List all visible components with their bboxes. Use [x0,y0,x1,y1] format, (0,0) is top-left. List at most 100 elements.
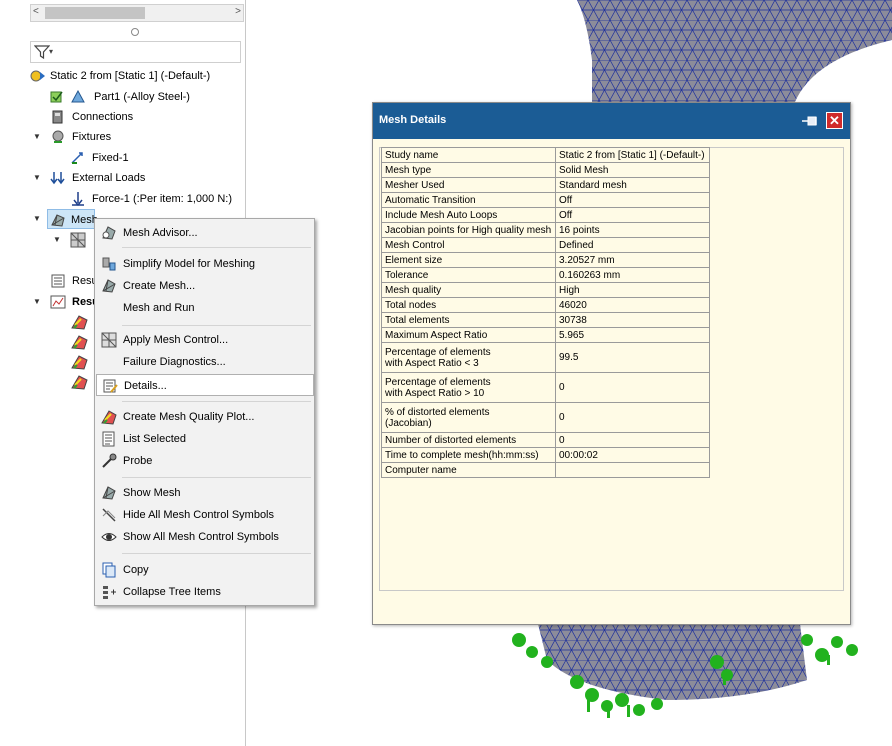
details-value: 0 [555,372,710,403]
menu-item-label: Mesh Advisor... [123,227,198,239]
create-mesh-icon [102,279,116,293]
dialog-title-bar[interactable]: Mesh Details ✕ [373,103,850,139]
horizontal-scrollbar[interactable]: < > [30,4,244,22]
details-key: Automatic Transition [381,192,556,208]
fixtures-icon [52,130,64,143]
menu-item-label: Failure Diagnostics... [123,356,226,368]
menu-item-probe[interactable]: Probe [96,450,314,472]
details-row: Number of distorted elements 0 [381,432,710,448]
details-value: Static 2 from [Static 1] (-Default-) [555,147,710,163]
menu-item-details[interactable]: Details... [96,374,314,396]
filter-dropdown-icon[interactable]: ▾ [49,47,53,56]
details-row: Percentage of elements with Aspect Ratio… [381,372,710,403]
menu-item-show-mesh-control-symbols[interactable]: Show All Mesh Control Symbols [96,526,314,548]
expand-toggle-icon[interactable]: ▼ [53,230,61,250]
tree-item-results[interactable]: Resu [50,292,100,312]
menu-item-hide-mesh-control-symbols[interactable]: Hide All Mesh Control Symbols [96,504,314,526]
dialog-title: Mesh Details [379,114,447,126]
details-row: Include Mesh Auto Loops Off [381,207,710,223]
quality-plot-icon [101,410,117,425]
menu-item-label: Details... [124,380,167,392]
details-value: 16 points [555,222,710,238]
details-key: Percentage of elements with Aspect Ratio… [381,342,556,373]
tree-label: Part1 (-Alloy Steel-) [94,91,190,103]
list-icon [102,431,115,447]
details-key: Computer name [381,462,556,478]
menu-separator [122,247,311,248]
menu-item-failure-diagnostics[interactable]: Failure Diagnostics... [96,351,314,373]
splitter-grip-icon[interactable] [131,28,139,36]
collapse-icon [103,586,116,599]
menu-item-label: List Selected [123,433,186,445]
details-row: Tolerance 0.160263 mm [381,267,710,283]
menu-item-list-selected[interactable]: List Selected [96,428,314,450]
details-key: Include Mesh Auto Loops [381,207,556,223]
factor-of-safety-plot-icon[interactable] [71,374,89,390]
close-button[interactable]: ✕ [826,112,843,129]
displacement-plot-icon[interactable] [71,334,89,350]
solid-body-icon [71,90,85,103]
menu-separator [122,477,311,478]
tree-filter-field[interactable]: ▾ [30,41,241,63]
filter-funnel-icon [34,45,50,60]
scroll-left-arrow[interactable]: < [33,6,39,17]
menu-item-label: Apply Mesh Control... [123,334,229,346]
menu-item-label: Probe [123,455,153,467]
menu-item-apply-mesh-control[interactable]: Apply Mesh Control... [96,329,314,351]
copy-icon [102,562,116,578]
scrollbar-thumb[interactable] [45,7,145,19]
expand-toggle-icon[interactable]: ▼ [33,209,41,229]
details-value: Off [555,207,710,223]
details-row: Mesher Used Standard mesh [381,177,710,193]
tree-item-external-loads[interactable]: External Loads [50,168,240,188]
tree-item-fixtures[interactable]: Fixtures [50,127,240,147]
tree-item-study[interactable]: Static 2 from [Static 1] (-Default-) [30,66,242,86]
mesh-quality-plot-icon[interactable] [70,232,86,248]
pin-icon[interactable] [801,115,821,127]
menu-item-mesh-quality-plot[interactable]: Create Mesh Quality Plot... [96,406,314,428]
details-key: % of distorted elements (Jacobian) [381,402,556,433]
mesh-control-icon [101,332,117,348]
tree-item-connections[interactable]: Connections [50,107,240,127]
scroll-right-arrow[interactable]: > [235,6,241,17]
details-value: 00:00:02 [555,447,710,463]
details-value: 3.20527 mm [555,252,710,268]
tree-label: Fixed-1 [92,152,129,164]
study-icon [30,70,45,82]
stress-plot-icon[interactable] [71,314,89,330]
tree-item-result-options[interactable]: Resu [50,271,100,291]
probe-icon [102,453,117,468]
expand-toggle-icon[interactable]: ▼ [33,292,41,312]
expand-toggle-icon[interactable]: ▼ [33,168,41,188]
details-row: Mesh type Solid Mesh [381,162,710,178]
details-row: Percentage of elements with Aspect Ratio… [381,342,710,373]
menu-item-mesh-advisor[interactable]: Mesh Advisor... [96,222,314,244]
menu-item-create-mesh[interactable]: Create Mesh... [96,275,314,297]
mesh-context-menu: Mesh Advisor... Simplify Model for Meshi… [94,218,315,606]
expand-toggle-icon[interactable]: ▼ [33,127,41,147]
tree-item-mesh[interactable]: Mesh [47,209,98,229]
details-key: Jacobian points for High quality mesh [381,222,556,238]
menu-item-show-mesh[interactable]: Show Mesh [96,482,314,504]
details-row: Maximum Aspect Ratio 5.965 [381,327,710,343]
details-value: High [555,282,710,298]
menu-item-mesh-and-run[interactable]: Mesh and Run [96,297,314,319]
details-value: Defined [555,237,710,253]
menu-item-simplify-model[interactable]: Simplify Model for Meshing [96,253,314,275]
tree-item-fixed-1[interactable]: Fixed-1 [70,148,240,168]
menu-item-label: Create Mesh Quality Plot... [123,411,255,423]
menu-separator [122,325,311,326]
strain-plot-icon[interactable] [71,354,89,370]
details-row: Study name Static 2 from [Static 1] (-Def… [381,147,710,163]
simplify-icon [102,257,116,271]
tree-item-part[interactable]: Part1 (-Alloy Steel-) [50,87,240,107]
details-value: 99.5 [555,342,710,373]
details-row: % of distorted elements (Jacobian) 0 [381,402,710,433]
details-key: Number of distorted elements [381,432,556,448]
tree-label: Force-1 (:Per item: 1,000 N:) [92,193,232,205]
menu-item-label: Hide All Mesh Control Symbols [123,509,275,521]
tree-item-force-1[interactable]: Force-1 (:Per item: 1,000 N:) [70,189,242,209]
menu-item-collapse-tree-items[interactable]: Collapse Tree Items [96,581,314,603]
menu-item-copy[interactable]: Copy [96,559,314,581]
details-key: Time to complete mesh(hh:mm:ss) [381,447,556,463]
